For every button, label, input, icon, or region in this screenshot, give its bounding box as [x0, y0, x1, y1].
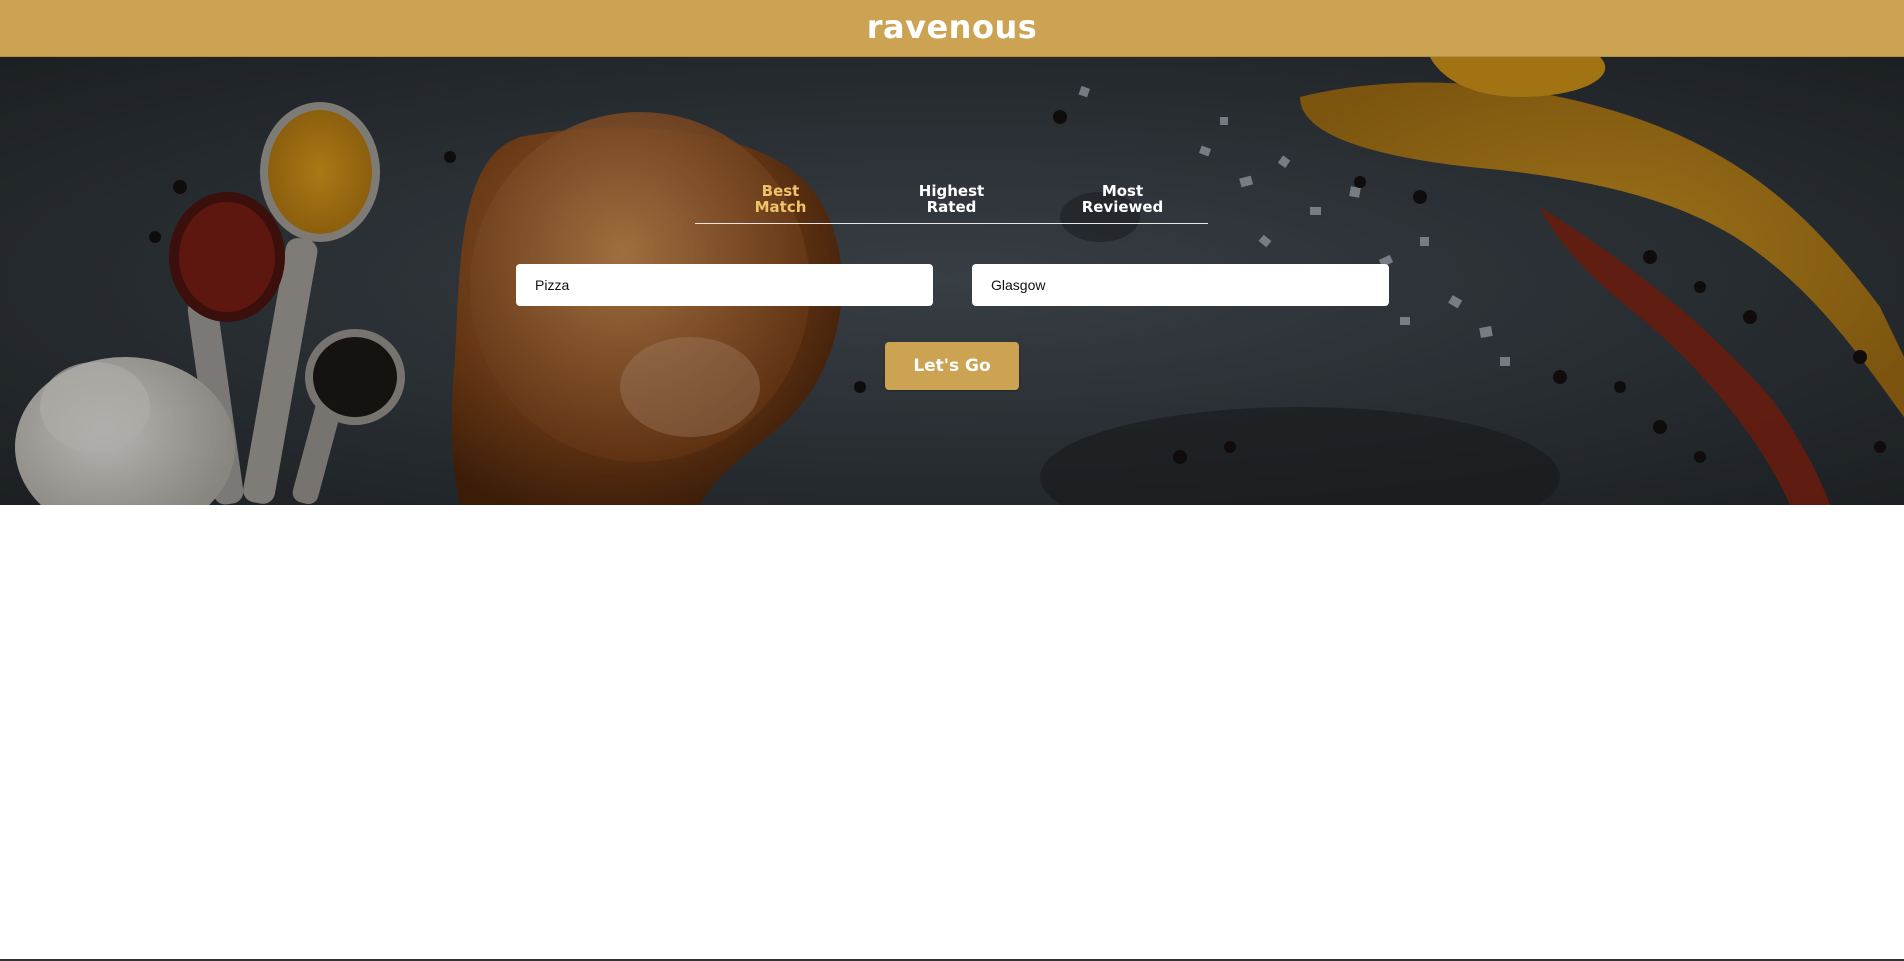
sort-options: Best Match Highest Rated Most Reviewed	[695, 183, 1208, 224]
lets-go-button[interactable]: Let's Go	[885, 342, 1019, 390]
page: ravenous Best Match Highest Rated Most R…	[0, 0, 1904, 961]
brand-logo: ravenous	[866, 8, 1038, 46]
search-terms-input[interactable]	[516, 264, 933, 306]
search-bar: Best Match Highest Rated Most Reviewed L…	[0, 57, 1904, 505]
app-header: ravenous	[0, 0, 1904, 57]
sort-option-most-reviewed[interactable]: Most Reviewed	[1068, 183, 1178, 215]
location-input[interactable]	[972, 264, 1389, 306]
spices-background-image	[0, 57, 1904, 505]
sort-option-highest-rated[interactable]: Highest Rated	[897, 183, 1007, 215]
sort-option-best-match[interactable]: Best Match	[726, 183, 836, 215]
